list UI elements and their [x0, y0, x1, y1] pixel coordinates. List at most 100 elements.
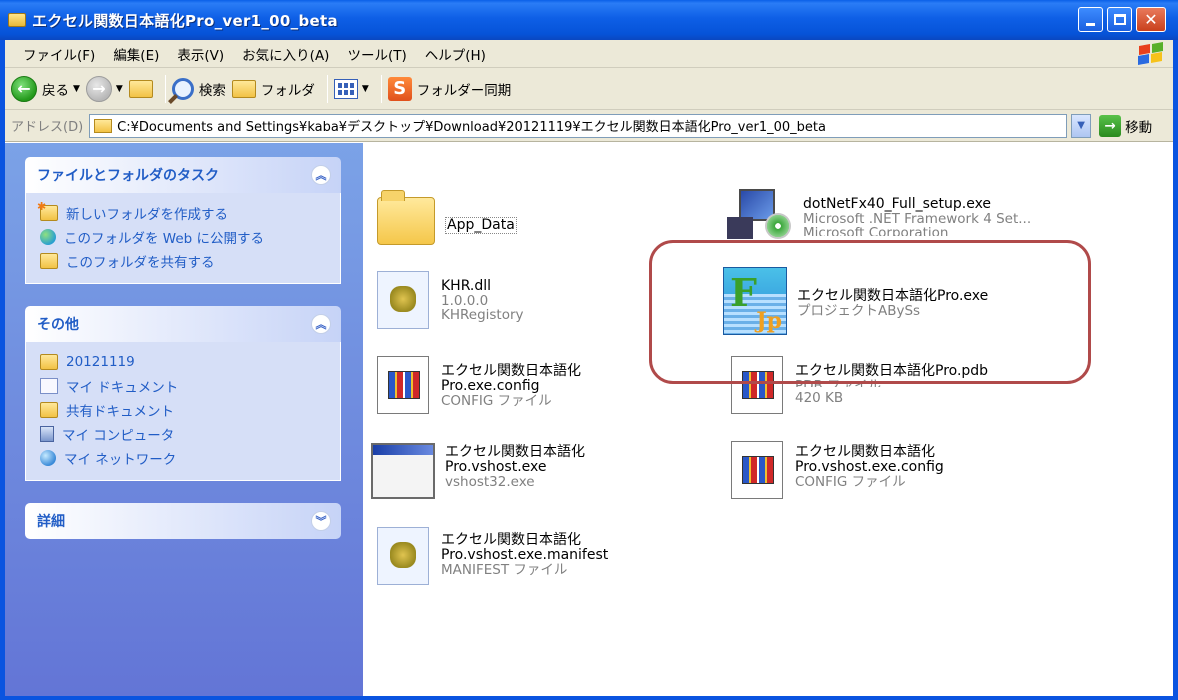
- my-documents-icon: [40, 378, 58, 394]
- place-my-documents[interactable]: マイ ドキュメント: [40, 374, 330, 398]
- file-name-cont: Pro.vshost.exe.manifest: [441, 547, 609, 563]
- forward-button[interactable]: → ▼: [85, 75, 123, 102]
- file-description: vshost32.exe: [445, 474, 535, 490]
- folder-icon: [40, 354, 58, 370]
- task-label: このフォルダを共有する: [66, 255, 215, 271]
- config-file-icon: [377, 356, 429, 414]
- file-name: エクセル関数日本語化: [795, 444, 935, 460]
- up-folder-button[interactable]: [128, 79, 153, 98]
- place-label: マイ コンピュータ: [62, 428, 175, 444]
- file-item-app-data[interactable]: App_Data: [377, 190, 517, 245]
- my-network-icon: [40, 450, 56, 466]
- file-version: 1.0.0.0: [441, 293, 489, 309]
- search-button[interactable]: 検索: [171, 77, 226, 100]
- forward-arrow-icon: →: [85, 75, 112, 102]
- place-20121119[interactable]: 20121119: [40, 350, 330, 374]
- menu-tools[interactable]: ツール(T): [338, 44, 415, 64]
- close-icon: ✕: [1144, 10, 1158, 29]
- file-item-vshost-exe[interactable]: エクセル関数日本語化 Pro.vshost.exe vshost32.exe: [371, 443, 585, 499]
- file-company: Microsoft Corporation: [803, 226, 949, 236]
- task-new-folder[interactable]: 新しいフォルダを作成する: [37, 200, 330, 225]
- manifest-puzzle-icon: [377, 527, 429, 585]
- shared-folder-icon: [40, 402, 58, 418]
- other-panel-body: 20121119 マイ ドキュメント 共有ドキュメント マイ コンピュータ マイ…: [25, 342, 341, 481]
- forward-dropdown-icon[interactable]: ▼: [116, 84, 123, 94]
- file-name: エクセル関数日本語化: [441, 363, 581, 379]
- up-folder-icon: [128, 79, 153, 98]
- close-button[interactable]: ✕: [1136, 7, 1166, 32]
- dll-puzzle-icon: [377, 271, 429, 329]
- place-shared-documents[interactable]: 共有ドキュメント: [40, 398, 330, 422]
- folder-sync-button[interactable]: S フォルダー同期: [387, 76, 511, 101]
- task-label: このフォルダを Web に公開する: [64, 231, 265, 247]
- config-file-icon: [731, 441, 783, 499]
- folders-button[interactable]: フォルダ: [231, 79, 315, 99]
- place-my-network[interactable]: マイ ネットワーク: [40, 446, 330, 470]
- minimize-icon: [1086, 23, 1095, 26]
- installer-icon: [727, 187, 791, 243]
- file-item-pro-exe-config[interactable]: エクセル関数日本語化 Pro.exe.config CONFIG ファイル: [377, 356, 581, 414]
- tasks-panel-title: ファイルとフォルダのタスク: [37, 168, 219, 184]
- file-name-cont: Pro.vshost.exe.config: [795, 459, 944, 475]
- highlight-annotation: [649, 240, 1091, 384]
- task-share-folder[interactable]: このフォルダを共有する: [40, 249, 330, 273]
- title-bar[interactable]: エクセル関数日本語化Pro_ver1_00_beta ✕: [0, 0, 1178, 40]
- menu-help[interactable]: ヘルプ(H): [416, 44, 495, 64]
- new-folder-icon: [37, 200, 58, 221]
- minimize-button[interactable]: [1078, 7, 1103, 32]
- go-arrow-icon: →: [1099, 114, 1122, 137]
- file-item-vshost-manifest[interactable]: エクセル関数日本語化 Pro.vshost.exe.manifest MANIF…: [377, 527, 608, 585]
- file-name-cont: Pro.exe.config: [441, 378, 540, 394]
- menu-view[interactable]: 表示(V): [168, 44, 233, 64]
- file-item-dotnet-setup[interactable]: dotNetFx40_Full_setup.exe Microsoft .NET…: [727, 187, 1031, 243]
- go-button[interactable]: → 移動: [1099, 114, 1153, 137]
- views-button[interactable]: ▼: [333, 78, 369, 99]
- go-label: 移動: [1125, 119, 1153, 136]
- share-folder-icon: [40, 253, 58, 269]
- back-button[interactable]: ← 戻る ▼: [11, 75, 80, 102]
- folder-icon: [377, 190, 435, 245]
- toolbar-separator: [164, 74, 166, 103]
- maximize-button[interactable]: [1107, 7, 1132, 32]
- collapse-chevron-icon[interactable]: ︽: [311, 165, 331, 185]
- views-icon: [333, 78, 358, 99]
- menu-favorites[interactable]: お気に入り(A): [233, 44, 338, 64]
- web-publish-icon: [40, 229, 56, 245]
- window-title: エクセル関数日本語化Pro_ver1_00_beta: [32, 11, 338, 30]
- other-panel-header[interactable]: その他 ︽: [25, 306, 341, 342]
- toolbar-separator: [380, 74, 382, 103]
- folders-label: フォルダ: [260, 82, 315, 99]
- file-item-khr-dll[interactable]: KHR.dll 1.0.0.0 KHRegistory: [377, 271, 524, 329]
- place-label: マイ ネットワーク: [64, 452, 177, 468]
- menu-file[interactable]: ファイル(F): [5, 44, 104, 64]
- my-computer-icon: [40, 426, 54, 442]
- sync-icon: S: [387, 76, 412, 101]
- file-type: CONFIG ファイル: [441, 393, 552, 409]
- views-dropdown-icon[interactable]: ▼: [362, 84, 369, 94]
- place-my-computer[interactable]: マイ コンピュータ: [40, 422, 330, 446]
- address-input[interactable]: C:¥Documents and Settings¥kaba¥デスクトップ¥Do…: [89, 113, 1068, 138]
- tasks-panel-body: 新しいフォルダを作成する このフォルダを Web に公開する このフォルダを共有…: [25, 193, 341, 284]
- collapse-chevron-icon[interactable]: ︽: [311, 314, 331, 334]
- place-label: 共有ドキュメント: [66, 404, 174, 420]
- file-description: Microsoft .NET Framework 4 Set...: [803, 211, 1032, 227]
- tasks-panel-header[interactable]: ファイルとフォルダのタスク ︽: [25, 157, 341, 193]
- folder-icon: [8, 13, 26, 27]
- other-panel-title: その他: [37, 317, 79, 333]
- toolbar: ← 戻る ▼ → ▼ 検索 フォルダ ▼ S フォルダー同期: [5, 68, 1173, 110]
- file-size: 420 KB: [795, 390, 844, 406]
- address-path: C:¥Documents and Settings¥kaba¥デスクトップ¥Do…: [117, 120, 826, 135]
- file-item-vshost-config[interactable]: エクセル関数日本語化 Pro.vshost.exe.config CONFIG …: [731, 441, 944, 499]
- tasks-panel: ファイルとフォルダのタスク ︽ 新しいフォルダを作成する このフォルダを Web…: [25, 157, 341, 284]
- details-panel-header[interactable]: 詳細 ︾: [25, 503, 341, 539]
- file-type: CONFIG ファイル: [795, 474, 906, 490]
- back-arrow-icon: ←: [11, 75, 37, 102]
- search-icon: [171, 77, 194, 100]
- address-dropdown-icon[interactable]: ▼: [1071, 113, 1092, 138]
- maximize-icon: [1113, 14, 1126, 25]
- back-dropdown-icon[interactable]: ▼: [73, 84, 80, 94]
- menu-edit[interactable]: 編集(E): [104, 44, 168, 64]
- back-label: 戻る: [42, 82, 69, 99]
- task-publish-web[interactable]: このフォルダを Web に公開する: [40, 225, 330, 249]
- expand-chevron-icon[interactable]: ︾: [311, 511, 331, 531]
